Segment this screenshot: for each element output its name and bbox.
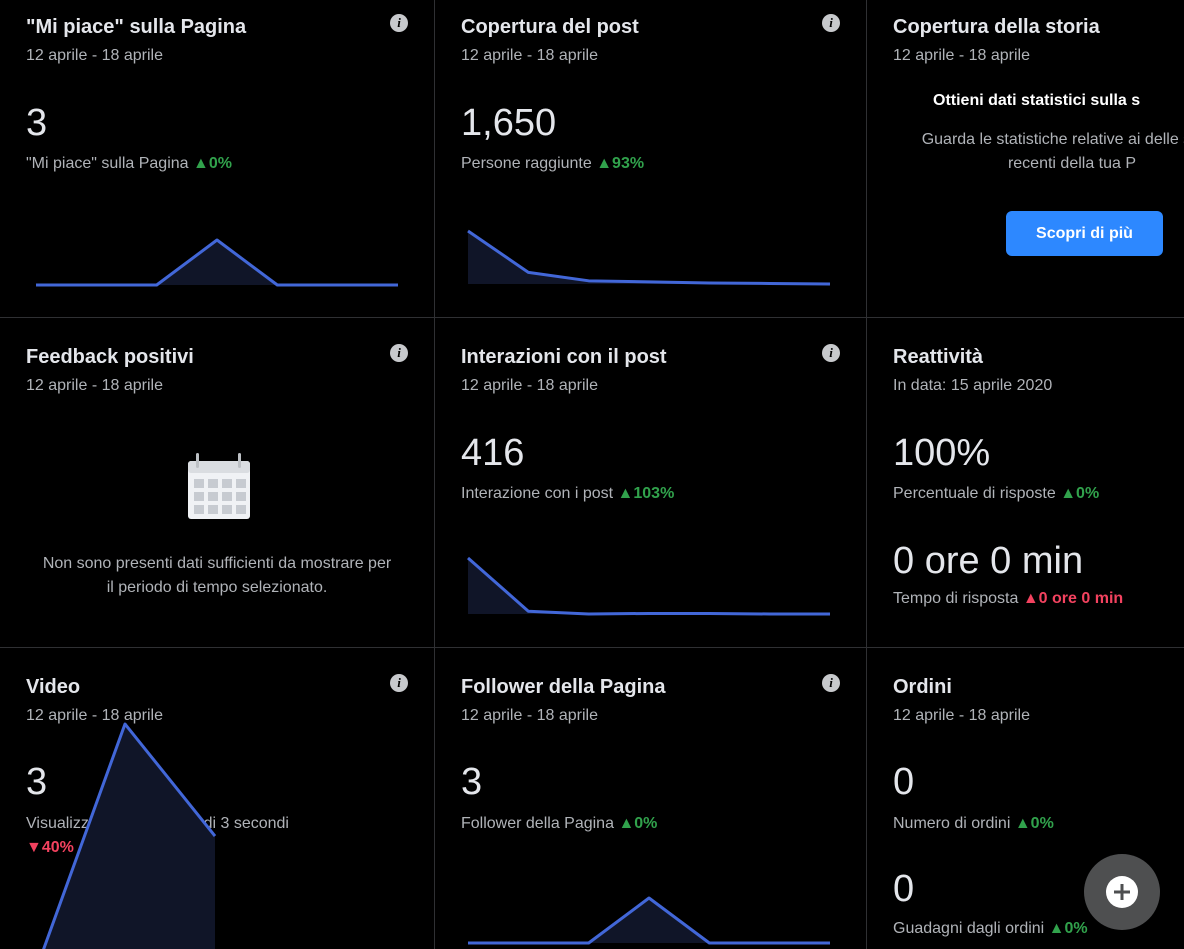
card-date-range: 12 aprile - 18 aprile	[893, 707, 1030, 724]
info-icon[interactable]: i	[390, 344, 408, 362]
sparkline-area	[43, 724, 215, 949]
empty-state-message: Non sono presenti dati sufficienti da mo…	[42, 555, 392, 596]
page-followers-card[interactable]: Follower della Pagina 12 aprile - 18 apr…	[435, 648, 866, 949]
post-engagement-card[interactable]: Interazioni con il post 12 aprile - 18 a…	[435, 318, 866, 647]
plus-icon	[1106, 876, 1138, 908]
page-followers-sparkline	[468, 896, 830, 945]
change-badge: ▲0 ore 0 min	[1022, 590, 1124, 607]
metric-label-text: Guadagni dagli ordini	[893, 920, 1045, 937]
sparkline-area	[468, 231, 830, 284]
card-title: Copertura della storia	[893, 16, 1100, 38]
orders-count-value: 0	[893, 761, 915, 803]
change-badge: ▲0%	[1014, 815, 1054, 832]
change-badge: ▲0%	[1048, 920, 1088, 937]
learn-more-button[interactable]: Scopri di più	[1006, 211, 1163, 256]
post-reach-card[interactable]: Copertura del post 12 aprile - 18 aprile…	[435, 0, 866, 317]
metric-label: Guadagni dagli ordini ▲0%	[893, 920, 1088, 938]
metric-label-text: Numero di ordini	[893, 815, 1011, 832]
metric-label: Tempo di risposta ▲0 ore 0 min	[893, 590, 1123, 608]
card-title: Reattività	[893, 346, 984, 368]
video-sparkline	[42, 722, 217, 949]
story-reach-card[interactable]: Copertura della storia 12 aprile - 18 ap…	[867, 0, 1184, 317]
metric-label-text: Percentuale di risposte	[893, 485, 1056, 502]
page-likes-sparkline	[36, 238, 398, 287]
card-date-range: 12 aprile - 18 aprile	[893, 47, 1030, 64]
change-badge: ▲0%	[1060, 485, 1100, 502]
story-promo-text: Guarda le statistiche relative ai delle …	[921, 131, 1184, 172]
sparkline-line	[467, 556, 830, 616]
card-title: Feedback positivi	[26, 346, 194, 368]
video-card[interactable]: Video 12 aprile - 18 aprile i 3 Visualiz…	[0, 648, 434, 949]
story-promo-heading: Ottieni dati statistici sulla s	[933, 92, 1141, 109]
insights-grid: "Mi piace" sulla Pagina 12 aprile - 18 a…	[0, 0, 1184, 949]
metric-label: Percentuale di risposte ▲0%	[893, 485, 1099, 503]
card-date-range: 12 aprile - 18 aprile	[26, 377, 163, 394]
sparkline-area	[468, 898, 830, 943]
post-engagement-sparkline	[467, 556, 830, 616]
orders-revenue-value: 0	[893, 868, 915, 910]
add-button[interactable]	[1084, 854, 1160, 930]
card-title: Ordini	[893, 676, 952, 698]
sparkline-area	[36, 240, 398, 285]
metric-label-text: Tempo di risposta	[893, 590, 1019, 607]
page-likes-card[interactable]: "Mi piace" sulla Pagina 12 aprile - 18 a…	[0, 0, 434, 317]
response-rate-value: 100%	[893, 432, 991, 474]
post-reach-sparkline	[467, 229, 831, 286]
card-date-range: In data: 15 aprile 2020	[893, 377, 1053, 394]
positive-feedback-card[interactable]: Feedback positivi 12 aprile - 18 aprile …	[0, 318, 434, 647]
calendar-icon	[188, 453, 250, 519]
responsiveness-card[interactable]: Reattività In data: 15 aprile 2020 100% …	[867, 318, 1184, 647]
metric-label: Numero di ordini ▲0%	[893, 815, 1054, 833]
response-time-value: 0 ore 0 min	[893, 540, 1084, 582]
